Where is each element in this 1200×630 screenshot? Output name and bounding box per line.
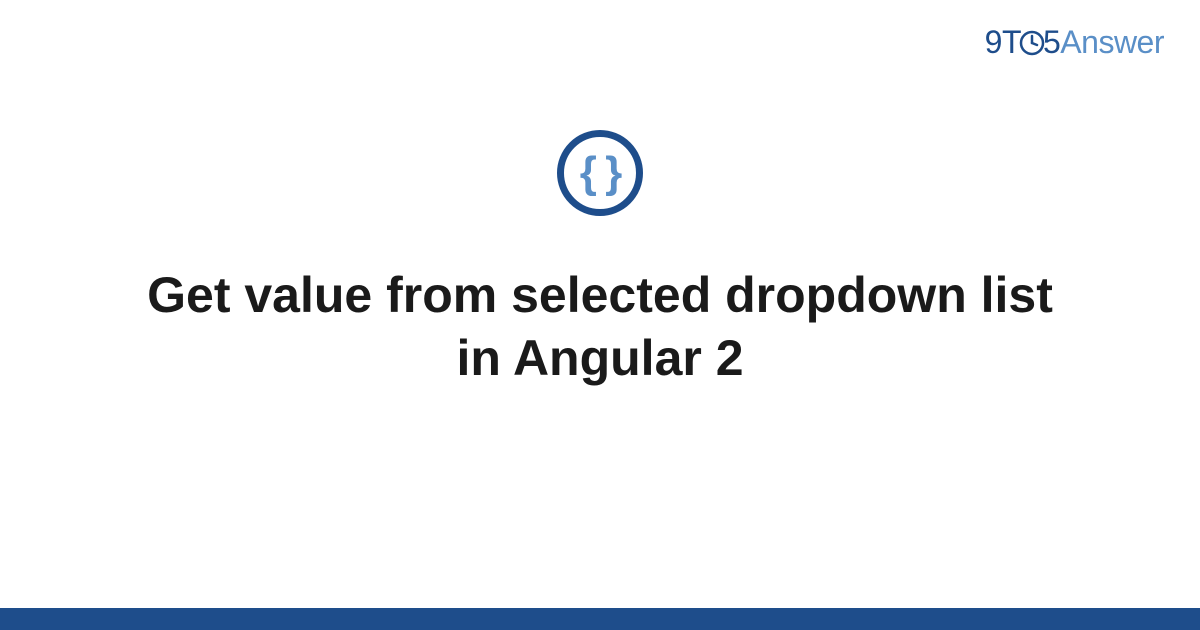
clock-icon	[1019, 27, 1045, 53]
footer-bar	[0, 608, 1200, 630]
logo-part-5: 5	[1043, 24, 1060, 60]
code-braces-icon: { }	[580, 151, 620, 195]
site-logo: 9T 5Answer	[985, 24, 1164, 61]
page-title: Get value from selected dropdown list in…	[120, 264, 1080, 389]
logo-part-answer: Answer	[1060, 24, 1164, 60]
logo-part-9t: 9T	[985, 24, 1021, 60]
main-content: { } Get value from selected dropdown lis…	[0, 130, 1200, 389]
category-icon-circle: { }	[557, 130, 643, 216]
